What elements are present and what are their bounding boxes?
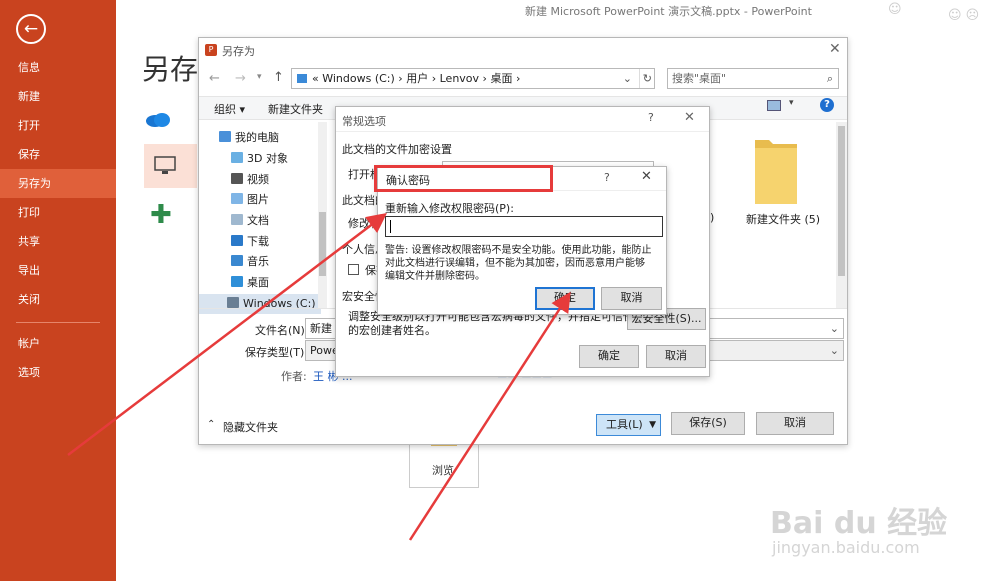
watermark-url: jingyan.baidu.com — [772, 538, 920, 557]
annotation-arrows — [67, 212, 571, 541]
watermark-logo: Bai du 经验 — [770, 506, 948, 541]
